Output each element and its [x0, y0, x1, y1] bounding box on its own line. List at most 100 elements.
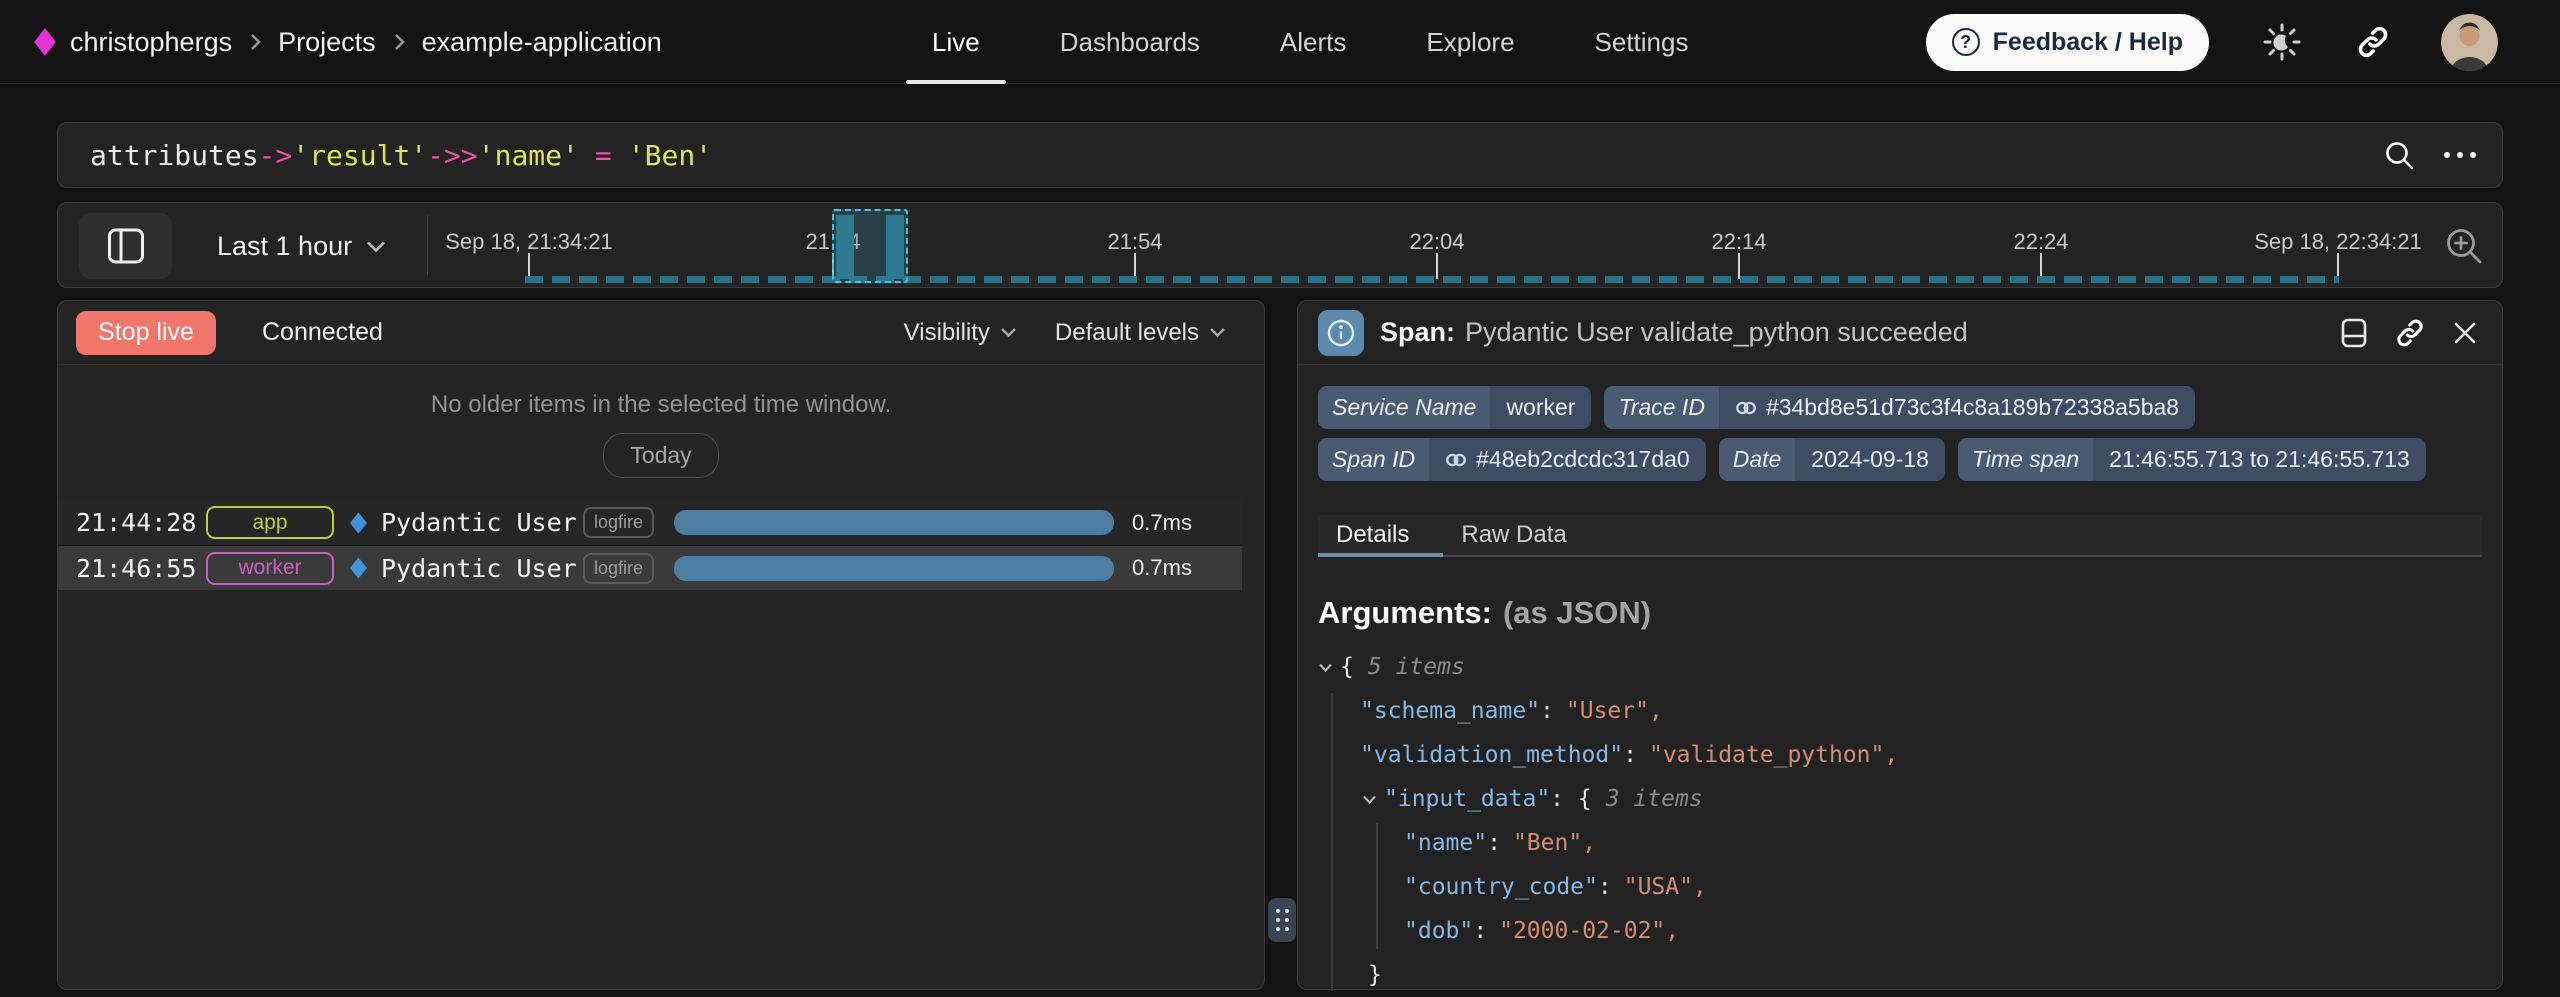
- log-rows: 21:44:28 app Pydantic User logfire 0.7ms…: [58, 500, 1264, 590]
- query-operator: ->>: [427, 139, 478, 172]
- search-icon[interactable]: [2382, 138, 2416, 172]
- badge-label: Span ID: [1318, 438, 1429, 481]
- json-colon: :: [1487, 830, 1501, 856]
- log-row[interactable]: 21:44:28 app Pydantic User logfire 0.7ms: [58, 500, 1242, 545]
- json-entry: "schema_name": "User",: [1318, 689, 2502, 733]
- breadcrumb-projects[interactable]: Projects: [278, 27, 376, 58]
- divider: [427, 215, 428, 275]
- query-input[interactable]: attributes->'result'->>'name'='Ben': [57, 122, 2503, 188]
- visibility-dropdown[interactable]: Visibility: [904, 319, 1017, 347]
- badge-value: #34bd8e51d73c3f4c8a189b72338a5ba8: [1719, 386, 2195, 429]
- log-row-selected[interactable]: 21:46:55 worker Pydantic User logfire 0.…: [58, 545, 1242, 590]
- chevron-right-icon: [392, 31, 406, 53]
- time-span-badge: Time span 21:46:55.713 to 21:46:55.713: [1958, 438, 2426, 481]
- query-equals: =: [595, 139, 612, 172]
- indent-guide: [1331, 693, 1333, 991]
- duration-bar: [674, 510, 1114, 535]
- timeline-tick-label: 22:14: [1711, 229, 1766, 255]
- collapse-chevron-icon[interactable]: [1318, 662, 1336, 673]
- logfire-logo-diamond-icon[interactable]: [34, 28, 56, 56]
- badge-label: Time span: [1958, 438, 2093, 481]
- visibility-label: Visibility: [904, 319, 990, 347]
- json-nested-object-line: "input_data": { 3 items: [1318, 777, 2502, 821]
- span-diamond-icon: [350, 557, 367, 579]
- query-expression: attributes->'result'->>'name'='Ben': [90, 139, 712, 172]
- split-view-icon[interactable]: [2340, 317, 2368, 349]
- json-key: "validation_method": [1360, 742, 1623, 768]
- json-value: "Ben",: [1513, 830, 1596, 856]
- duration-value: 0.7ms: [1132, 510, 1192, 536]
- json-key: "dob": [1404, 918, 1473, 944]
- span-title: Pydantic User validate_python succeeded: [1465, 317, 1968, 348]
- span-panel-header: Span: Pydantic User validate_python succ…: [1298, 301, 2502, 365]
- json-entry: "validation_method": "validate_python",: [1318, 733, 2502, 777]
- feedback-help-button[interactable]: ? Feedback / Help: [1926, 14, 2209, 71]
- service-badge: app: [206, 506, 334, 539]
- json-key: "input_data": [1384, 786, 1550, 812]
- span-id-badge[interactable]: Span ID #48eb2cdcdc317da0: [1318, 438, 1706, 481]
- link-icon: [1445, 449, 1467, 471]
- scope-tag: logfire: [583, 507, 654, 538]
- json-brace: }: [1368, 962, 1382, 988]
- share-link-icon[interactable]: [2355, 24, 2391, 60]
- breadcrumb: christophergs Projects example-applicati…: [34, 0, 662, 84]
- close-icon[interactable]: [2452, 320, 2478, 346]
- span-diamond-icon: [350, 512, 367, 534]
- json-tree: { 5 items "schema_name": "User", "valida…: [1318, 645, 2502, 997]
- feedback-help-label: Feedback / Help: [1993, 28, 2183, 57]
- tab-explore[interactable]: Explore: [1400, 0, 1540, 84]
- default-levels-dropdown[interactable]: Default levels: [1055, 319, 1226, 347]
- indent-guide: [1376, 823, 1378, 949]
- json-close-line: }: [1318, 953, 2502, 997]
- collapse-chevron-icon[interactable]: [1362, 794, 1380, 805]
- date-badge: Date 2024-09-18: [1719, 438, 1945, 481]
- tab-alerts[interactable]: Alerts: [1254, 0, 1372, 84]
- span-name: Pydantic User: [381, 508, 579, 537]
- tab-dashboards[interactable]: Dashboards: [1034, 0, 1226, 84]
- breadcrumb-project[interactable]: example-application: [422, 27, 662, 58]
- span-name: Pydantic User: [381, 554, 579, 583]
- trace-id-badge[interactable]: Trace ID #34bd8e51d73c3f4c8a189b72338a5b…: [1604, 386, 2195, 429]
- json-value: "2000-02-02",: [1499, 918, 1679, 944]
- live-view-panel: Stop live Connected Visibility Default l…: [57, 300, 1265, 990]
- span-label: Span:: [1380, 317, 1455, 348]
- top-nav: christophergs Projects example-applicati…: [0, 0, 2560, 84]
- service-badge: worker: [206, 552, 334, 585]
- badge-value: 2024-09-18: [1795, 438, 1945, 481]
- theme-toggle-icon[interactable]: [2259, 19, 2305, 65]
- row-timestamp: 21:46:55: [76, 554, 194, 583]
- timeline-selection-window[interactable]: [832, 209, 908, 283]
- tab-details[interactable]: Details: [1332, 515, 1413, 555]
- user-avatar[interactable]: [2441, 14, 2498, 71]
- json-entry: "dob": "2000-02-02",: [1318, 909, 2502, 953]
- query-more-menu-icon[interactable]: [2440, 146, 2480, 164]
- json-value: "User",: [1566, 698, 1663, 724]
- time-range-dropdown[interactable]: Last 1 hour: [217, 203, 386, 289]
- link-icon: [1735, 397, 1757, 419]
- today-button[interactable]: Today: [603, 433, 718, 478]
- timeline-end-label: Sep 18, 22:34:21: [2254, 229, 2422, 255]
- breadcrumb-org[interactable]: christophergs: [70, 27, 232, 58]
- tab-settings[interactable]: Settings: [1569, 0, 1715, 84]
- arguments-heading: Arguments: (as JSON): [1318, 595, 2502, 631]
- timeline-zoom-in-icon[interactable]: [2442, 224, 2486, 268]
- json-value: "validate_python",: [1649, 742, 1898, 768]
- json-colon: :: [1623, 742, 1637, 768]
- panel-resize-handle[interactable]: [1268, 898, 1296, 942]
- tab-raw-data[interactable]: Raw Data: [1457, 515, 1570, 555]
- badge-value: worker: [1490, 386, 1591, 429]
- duration-bar: [674, 556, 1114, 581]
- duration-value: 0.7ms: [1132, 555, 1192, 581]
- tab-live[interactable]: Live: [906, 0, 1006, 84]
- query-key: 'name': [478, 139, 579, 172]
- service-name-badge: Service Name worker: [1318, 386, 1591, 429]
- json-colon: :: [1540, 698, 1554, 724]
- arguments-heading-note: (as JSON): [1503, 595, 1651, 631]
- timeline-span-bar: [836, 215, 854, 279]
- time-range-bar: Last 1 hour Sep 18, 21:34:21 21:44 21:54…: [57, 202, 2503, 288]
- copy-link-icon[interactable]: [2394, 317, 2426, 349]
- stop-live-button[interactable]: Stop live: [76, 311, 216, 355]
- timeline-span-bar: [886, 215, 904, 279]
- badge-label: Trace ID: [1604, 386, 1718, 429]
- sidebar-toggle-button[interactable]: [79, 213, 172, 279]
